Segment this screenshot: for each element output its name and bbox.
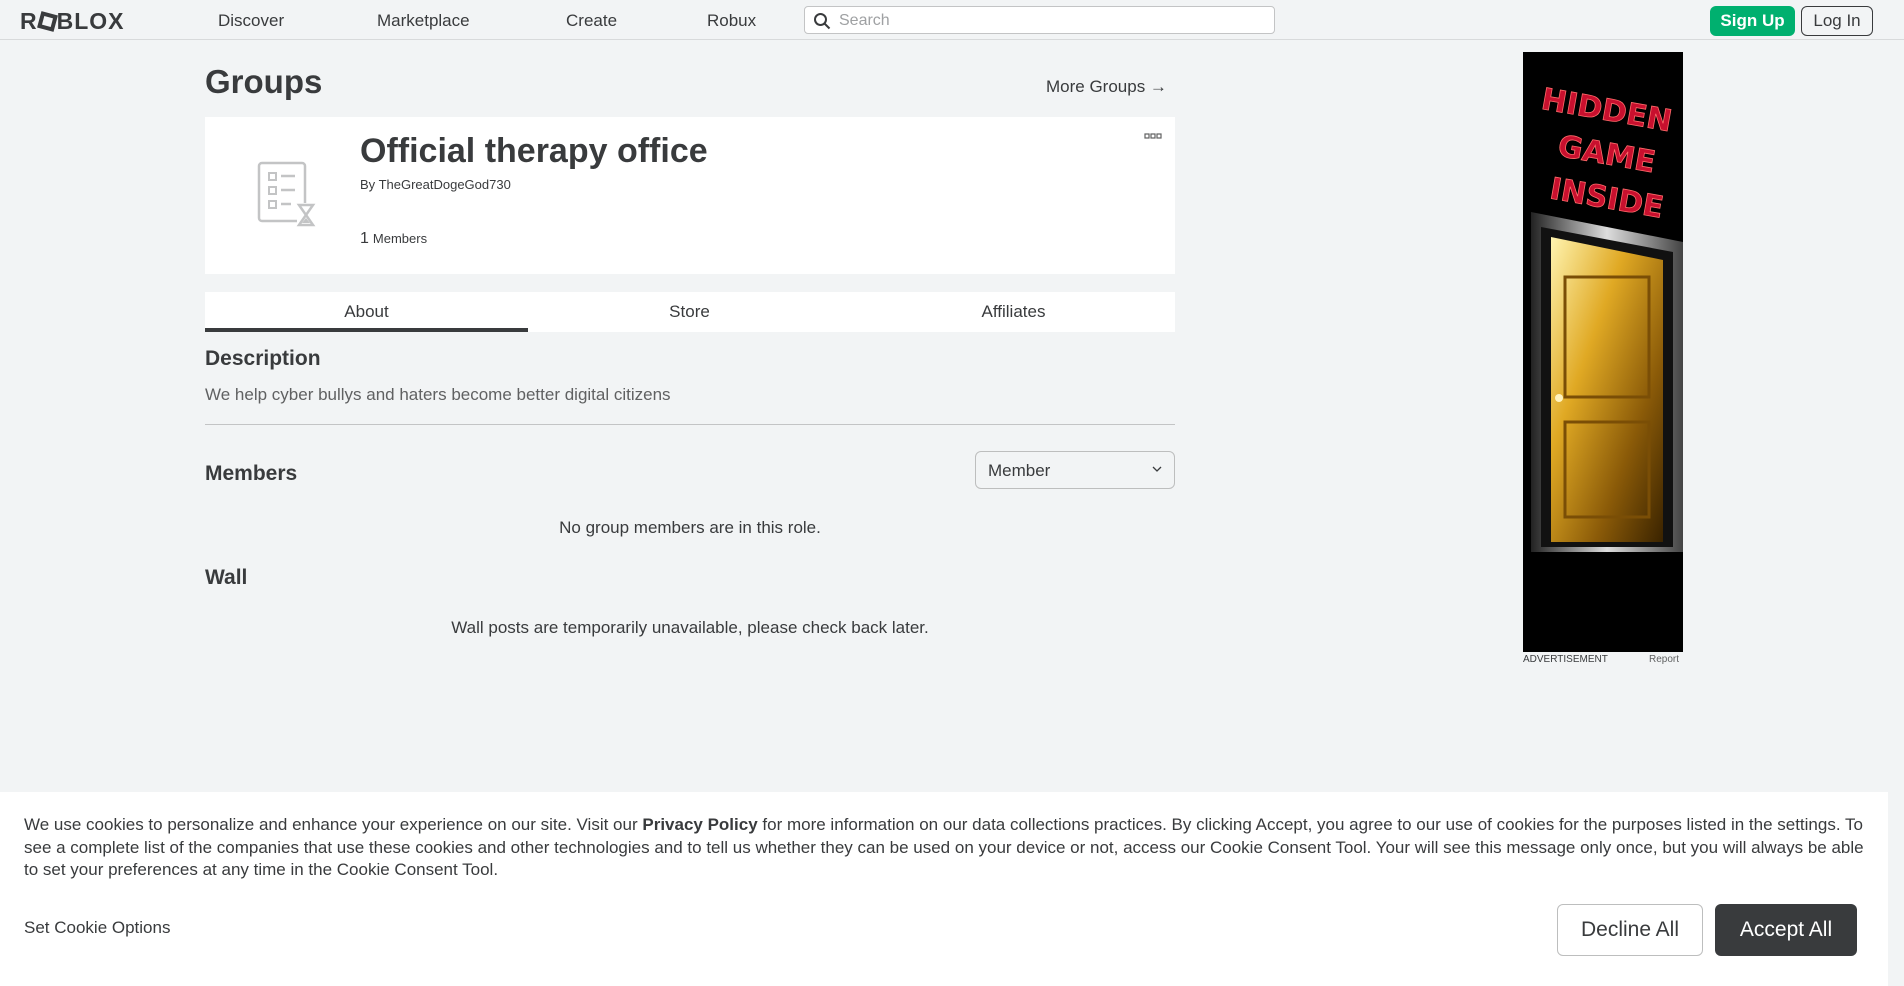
decline-all-button[interactable]: Decline All — [1557, 904, 1703, 956]
group-description: We help cyber bullys and haters become b… — [205, 385, 671, 404]
owner-prefix: By — [360, 177, 376, 192]
logo-o-square — [36, 11, 58, 32]
advertisement-banner[interactable]: HIDDEN GAME INSIDE — [1523, 52, 1683, 652]
nav-discover[interactable]: Discover — [218, 11, 284, 31]
search-placeholder: Search — [839, 12, 890, 29]
section-divider — [205, 424, 1175, 425]
tab-affiliates[interactable]: Affiliates — [852, 292, 1175, 332]
more-options-icon[interactable] — [1144, 133, 1162, 141]
accept-all-button[interactable]: Accept All — [1715, 904, 1857, 956]
tab-store[interactable]: Store — [528, 292, 851, 332]
role-dropdown-value: Member — [988, 461, 1051, 480]
chevron-down-icon — [1152, 466, 1162, 472]
group-header-card: Official therapy office By TheGreatDogeG… — [205, 117, 1175, 274]
ad-artwork: HIDDEN GAME INSIDE — [1523, 52, 1683, 652]
log-in-button[interactable]: Log In — [1801, 6, 1873, 36]
members-empty-message: No group members are in this role. — [559, 518, 821, 537]
owner-link[interactable]: TheGreatDogeGod730 — [379, 177, 511, 192]
description-heading: Description — [205, 347, 321, 370]
wall-heading: Wall — [205, 566, 248, 589]
members-heading: Members — [205, 462, 298, 485]
cookie-consent-banner: We use cookies to personalize and enhanc… — [0, 792, 1888, 986]
search-icon — [814, 13, 831, 30]
tab-about[interactable]: About — [205, 292, 528, 332]
ad-report-link[interactable]: Report — [1649, 654, 1679, 665]
privacy-policy-link[interactable]: Privacy Policy — [642, 815, 757, 834]
wall-unavailable-message: Wall posts are temporarily unavailable, … — [451, 618, 929, 637]
sign-up-button[interactable]: Sign Up — [1710, 6, 1795, 36]
set-cookie-options-link[interactable]: Set Cookie Options — [24, 918, 170, 938]
nav-create[interactable]: Create — [566, 11, 617, 31]
cookie-message: We use cookies to personalize and enhanc… — [24, 814, 1869, 882]
group-name: Official therapy office — [360, 132, 708, 170]
nav-marketplace[interactable]: Marketplace — [377, 11, 470, 31]
roblox-logo[interactable]: R BLOX — [20, 8, 125, 35]
top-navigation: R BLOX Discover Marketplace Create Robux … — [0, 0, 1904, 40]
more-groups-link[interactable]: More Groups → — [1046, 77, 1167, 97]
member-count-value: 1 — [360, 230, 369, 247]
nav-robux[interactable]: Robux — [707, 11, 756, 31]
group-tabs: About Store Affiliates — [205, 292, 1175, 332]
group-member-count: 1 Members — [360, 230, 427, 248]
search-input[interactable]: Search — [804, 6, 1275, 34]
group-emblem-placeholder-icon — [257, 161, 316, 227]
page-title: Groups — [205, 63, 323, 100]
cookie-text-before: We use cookies to personalize and enhanc… — [24, 815, 643, 834]
role-dropdown[interactable]: Member — [975, 451, 1175, 489]
member-count-label: Members — [372, 231, 428, 246]
advertisement-label: ADVERTISEMENT — [1523, 654, 1608, 665]
group-owner: By TheGreatDogeGod730 — [360, 177, 511, 192]
